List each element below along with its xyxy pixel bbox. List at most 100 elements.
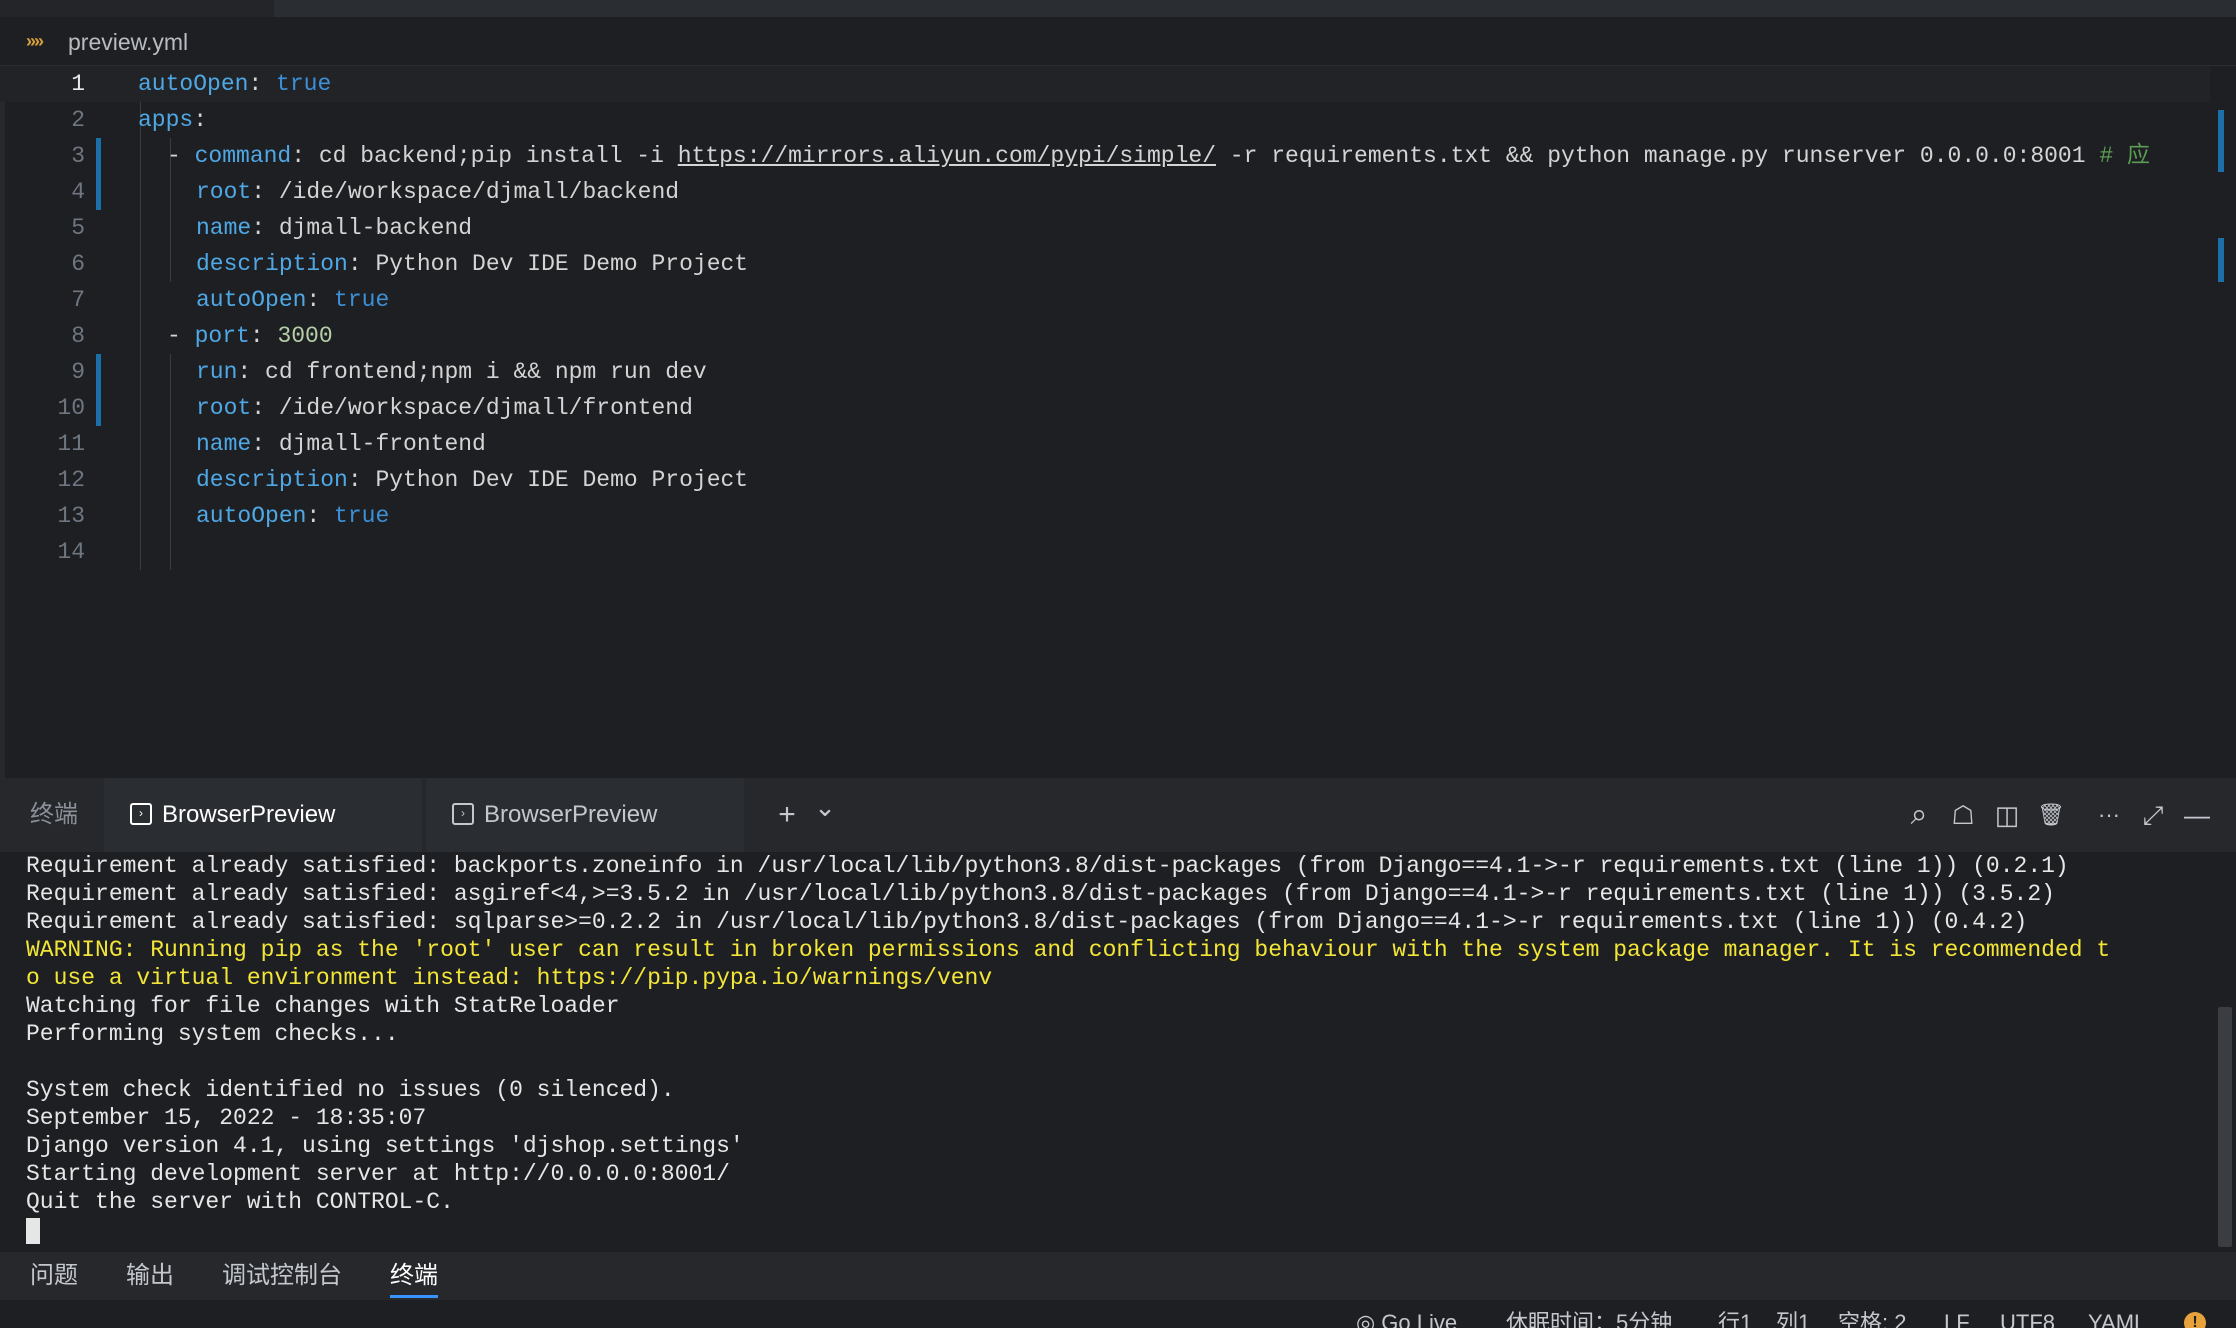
- yaml-key: description: [196, 467, 348, 493]
- line-number: 7: [71, 287, 85, 313]
- yaml-file-icon: »»: [26, 31, 44, 51]
- yaml-value: 3000: [277, 323, 333, 349]
- yaml-value: true: [276, 71, 332, 97]
- split-icon[interactable]: ◫: [1992, 800, 2022, 830]
- cursor-col[interactable]: 列1: [1776, 1308, 1810, 1328]
- code-line[interactable]: 8 - port: 3000: [0, 318, 2210, 354]
- yaml-key: name: [196, 215, 252, 241]
- yaml-value: true: [334, 287, 390, 313]
- code-text: - command: cd backend;pip install -i htt…: [167, 138, 2150, 174]
- terminal-output[interactable]: Requirement already satisfied: backports…: [0, 852, 2236, 1252]
- line-number: 8: [71, 323, 85, 349]
- code-text: autoOpen: true: [138, 66, 331, 102]
- terminal-line: Performing system checks...: [26, 1021, 399, 1047]
- code-text: autoOpen: true: [196, 498, 389, 534]
- line-number: 14: [57, 539, 85, 565]
- language-mode[interactable]: YAML: [2088, 1308, 2146, 1328]
- yaml-value: /ide/workspace/djmall/backend: [278, 179, 680, 205]
- code-line[interactable]: 11 name: djmall-frontend: [0, 426, 2210, 462]
- line-number: 12: [57, 467, 85, 493]
- code-line[interactable]: 7 autoOpen: true: [0, 282, 2210, 318]
- tab-browser-preview-2[interactable]: › BrowserPreview: [426, 778, 744, 852]
- yaml-value: -r requirements.txt && python manage.py …: [1216, 143, 2100, 169]
- tab-terminal-header[interactable]: 终端: [30, 778, 78, 852]
- code-text: description: Python Dev IDE Demo Project: [196, 246, 748, 282]
- terminal-line: Starting development server at http://0.…: [26, 1161, 730, 1187]
- line-number: 3: [71, 143, 85, 169]
- breadcrumb-filename[interactable]: preview.yml: [68, 29, 188, 56]
- editor-tab-slot[interactable]: [0, 0, 274, 17]
- notification-warning-icon[interactable]: !: [2184, 1312, 2206, 1328]
- line-number: 1: [71, 71, 85, 97]
- yaml-value: true: [334, 503, 390, 529]
- code-editor[interactable]: 1 autoOpen: true 2 apps: 3 - command: cd…: [0, 66, 2236, 778]
- yaml-key: autoOpen: [196, 287, 307, 313]
- terminal-icon: ›: [130, 802, 152, 825]
- code-line[interactable]: 12 description: Python Dev IDE Demo Proj…: [0, 462, 2210, 498]
- tab-debug-console[interactable]: 调试控制台: [222, 1252, 342, 1300]
- code-line[interactable]: 1 autoOpen: true: [0, 66, 2210, 102]
- yaml-separator: :: [306, 287, 335, 313]
- robot-icon[interactable]: ☖: [1948, 800, 1978, 830]
- maximize-icon[interactable]: ⤢: [2138, 800, 2168, 830]
- terminal-line: Quit the server with CONTROL-C.: [26, 1189, 454, 1215]
- cursor-row[interactable]: 行1: [1718, 1308, 1752, 1328]
- sleep-timer[interactable]: 休眠时间：5分钟: [1506, 1308, 1672, 1328]
- tab-terminal[interactable]: 终端: [390, 1252, 438, 1300]
- yaml-key: name: [196, 431, 252, 457]
- yaml-separator: :: [306, 503, 335, 529]
- terminal-warning-line: o use a virtual environment instead: htt…: [26, 965, 993, 991]
- yaml-value: cd frontend;npm i && npm run dev: [265, 359, 707, 385]
- yaml-separator: :: [248, 71, 277, 97]
- indentation[interactable]: 空格: 2: [1838, 1308, 1906, 1328]
- code-line[interactable]: 13 autoOpen: true: [0, 498, 2210, 534]
- line-number: 2: [71, 107, 85, 133]
- line-ending[interactable]: LF: [1944, 1308, 1970, 1328]
- more-icon[interactable]: ···: [2094, 800, 2124, 830]
- code-line[interactable]: 9 run: cd frontend;npm i && npm run dev: [0, 354, 2210, 390]
- code-line[interactable]: 5 name: djmall-backend: [0, 210, 2210, 246]
- minimize-icon[interactable]: —: [2182, 800, 2212, 830]
- code-line[interactable]: 6 description: Python Dev IDE Demo Proje…: [0, 246, 2210, 282]
- trash-icon[interactable]: 🗑: [2036, 800, 2066, 830]
- terminal-warning-line: WARNING: Running pip as the 'root' user …: [26, 937, 2111, 963]
- yaml-value: djmall-frontend: [278, 431, 486, 457]
- yaml-separator: :: [291, 143, 319, 169]
- code-text: root: /ide/workspace/djmall/backend: [196, 174, 679, 210]
- yaml-key: command: [194, 143, 292, 169]
- yaml-key: root: [196, 179, 252, 205]
- code-line[interactable]: 2 apps:: [0, 102, 2210, 138]
- code-line[interactable]: 3 - command: cd backend;pip install -i h…: [0, 138, 2210, 174]
- code-line[interactable]: 4 root: /ide/workspace/djmall/backend: [0, 174, 2210, 210]
- yaml-separator: :: [347, 251, 376, 277]
- code-text: autoOpen: true: [196, 282, 389, 318]
- code-line[interactable]: 14: [0, 534, 2210, 570]
- code-text: name: djmall-frontend: [196, 426, 486, 462]
- terminal-line: System check identified no issues (0 sil…: [26, 1077, 675, 1103]
- chevron-down-icon[interactable]: ⌄: [810, 792, 840, 822]
- code-link[interactable]: https://mirrors.aliyun.com/pypi/simple/: [678, 143, 1216, 169]
- line-number: 10: [57, 395, 85, 421]
- yaml-separator: :: [237, 359, 266, 385]
- code-text: apps:: [138, 102, 207, 138]
- overview-ruler-marker: [2218, 110, 2224, 172]
- terminal-scrollbar[interactable]: [2218, 1007, 2232, 1247]
- tab-label: BrowserPreview: [484, 801, 658, 828]
- panel-tab-bar: 终端 › BrowserPreview › BrowserPreview + ⌄ ⌕…: [0, 778, 2236, 852]
- code-line[interactable]: 10 root: /ide/workspace/djmall/frontend: [0, 390, 2210, 426]
- tab-problems[interactable]: 问题: [30, 1252, 78, 1300]
- search-icon[interactable]: ⌕: [1904, 800, 1934, 830]
- terminal-line: September 15, 2022 - 18:35:07: [26, 1105, 427, 1131]
- encoding[interactable]: UTF8: [2000, 1308, 2055, 1328]
- yaml-comment: # 应: [2099, 143, 2150, 169]
- yaml-separator: :: [249, 323, 278, 349]
- go-live-button[interactable]: ◎ Go Live: [1356, 1308, 1457, 1328]
- plus-icon[interactable]: +: [772, 800, 802, 830]
- tab-label: BrowserPreview: [162, 801, 336, 828]
- yaml-key: autoOpen: [138, 71, 249, 97]
- code-text: name: djmall-backend: [196, 210, 472, 246]
- yaml-value: Python Dev IDE Demo Project: [375, 251, 749, 277]
- tab-browser-preview-1[interactable]: › BrowserPreview: [104, 778, 422, 852]
- terminal-icon: ›: [452, 802, 474, 825]
- tab-output[interactable]: 输出: [126, 1252, 174, 1300]
